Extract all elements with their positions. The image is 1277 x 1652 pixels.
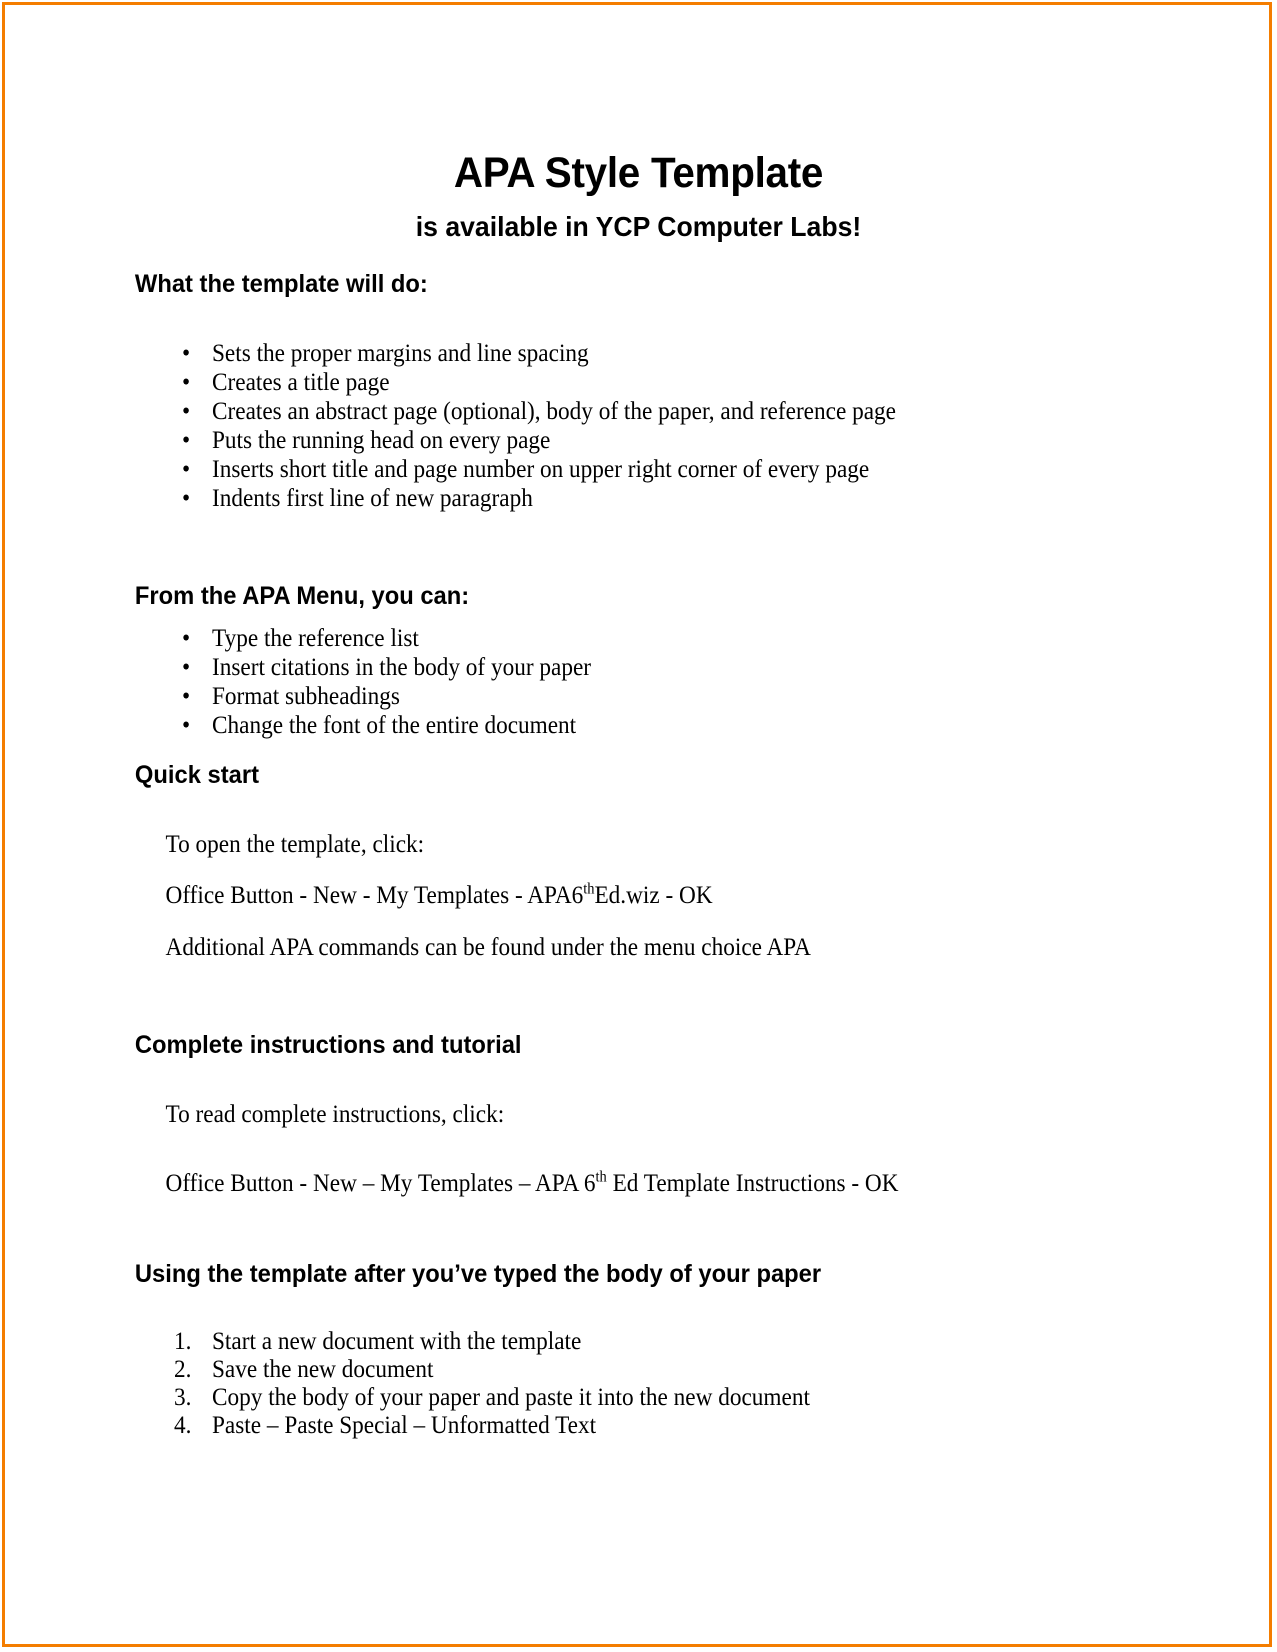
list-item-label: Start a new document with the template (212, 1328, 582, 1355)
menu-path-before: Office Button - New - My Templates - APA… (165, 882, 584, 909)
list-item: 1. Start a new document with the templat… (0, 1328, 1277, 1356)
section-what-template-will-do: What the template will do: • Sets the pr… (0, 270, 1277, 513)
quick-start-note-text: Additional APA commands can be found und… (165, 933, 811, 961)
list-from-apa-menu: • Type the reference list • Insert citat… (0, 624, 1277, 740)
bullet-icon: • (182, 368, 191, 396)
bullet-icon: • (182, 426, 191, 454)
quick-start-menu-path: Office Button - New - My Templates - APA… (0, 881, 1188, 911)
heading-using-template: Using the template after you’ve typed th… (134, 1259, 822, 1288)
list-item: 3. Copy the body of your paper and paste… (0, 1384, 1277, 1412)
heading-what-template-will-do: What the template will do: (134, 270, 428, 298)
heading-complete-instructions: Complete instructions and tutorial (134, 1031, 522, 1059)
ordinal-suffix: th (583, 880, 595, 898)
list-item-number: 2. (174, 1356, 192, 1383)
bullet-icon: • (182, 339, 191, 367)
list-item-number: 4. (174, 1412, 192, 1439)
list-item-label: Creates an abstract page (optional), bod… (212, 397, 896, 425)
page-title: APA Style Template (453, 149, 824, 197)
section-using-template: Using the template after you’ve typed th… (0, 1259, 1277, 1441)
list-item-label: Type the reference list (212, 625, 419, 652)
list-what-template-will-do: • Sets the proper margins and line spaci… (0, 339, 1277, 513)
list-item: • Format subheadings (0, 682, 1277, 711)
bullet-icon: • (182, 625, 191, 652)
list-item: • Creates a title page (0, 368, 1277, 397)
list-item-label: Puts the running head on every page (212, 426, 551, 454)
document-page: APA Style Template is available in YCP C… (0, 0, 1277, 1652)
list-item: • Sets the proper margins and line spaci… (0, 339, 1277, 368)
section-from-apa-menu: From the APA Menu, you can: • Type the r… (0, 581, 1277, 741)
list-item: 4. Paste – Paste Special – Unformatted T… (0, 1412, 1277, 1440)
list-item-label: Paste – Paste Special – Unformatted Text (212, 1412, 597, 1439)
list-item: • Change the font of the entire document (0, 711, 1277, 740)
list-item-label: Inserts short title and page number on u… (212, 455, 870, 483)
list-item-label: Copy the body of your paper and paste it… (212, 1384, 810, 1411)
list-item: • Type the reference list (0, 624, 1277, 653)
list-item-label: Format subheadings (212, 683, 400, 710)
list-item-number: 1. (174, 1328, 192, 1355)
list-item: • Insert citations in the body of your p… (0, 653, 1277, 682)
bullet-icon: • (182, 712, 191, 739)
list-using-template-steps: 1. Start a new document with the templat… (0, 1328, 1277, 1440)
list-item-label: Creates a title page (212, 368, 390, 396)
ordinal-suffix: th (595, 1168, 607, 1186)
list-item-label: Change the font of the entire document (212, 712, 577, 739)
menu-path-after: Ed Template Instructions - OK (606, 1170, 899, 1197)
heading-from-apa-menu: From the APA Menu, you can: (134, 581, 470, 610)
menu-path-after: Ed.wiz - OK (594, 882, 713, 909)
list-item-label: Save the new document (212, 1356, 434, 1383)
list-item-label: Sets the proper margins and line spacing (212, 339, 589, 367)
bullet-icon: • (182, 455, 191, 483)
bullet-icon: • (182, 654, 191, 681)
heading-quick-start: Quick start (134, 761, 259, 789)
bullet-icon: • (182, 397, 191, 425)
list-item: • Creates an abstract page (optional), b… (0, 397, 1277, 426)
section-quick-start: Quick start To open the template, click:… (0, 761, 1277, 962)
quick-start-intro-text: To open the template, click: (165, 830, 425, 858)
bullet-icon: • (182, 484, 191, 512)
list-item-label: Indents first line of new paragraph (212, 484, 533, 512)
page-subtitle: is available in YCP Computer Labs! (415, 211, 862, 242)
list-item: • Indents first line of new paragraph (0, 484, 1277, 513)
menu-path-before: Office Button - New – My Templates – APA… (165, 1170, 596, 1197)
complete-instructions-menu-path: Office Button - New – My Templates – APA… (0, 1169, 1188, 1199)
complete-instructions-intro-text: To read complete instructions, click: (165, 1100, 505, 1128)
list-item-label: Insert citations in the body of your pap… (212, 654, 592, 681)
bullet-icon: • (182, 683, 191, 710)
section-complete-instructions: Complete instructions and tutorial To re… (0, 1031, 1277, 1199)
list-item: 2. Save the new document (0, 1356, 1277, 1384)
list-item: • Puts the running head on every page (0, 426, 1277, 455)
list-item-number: 3. (174, 1384, 192, 1411)
list-item: • Inserts short title and page number on… (0, 455, 1277, 484)
